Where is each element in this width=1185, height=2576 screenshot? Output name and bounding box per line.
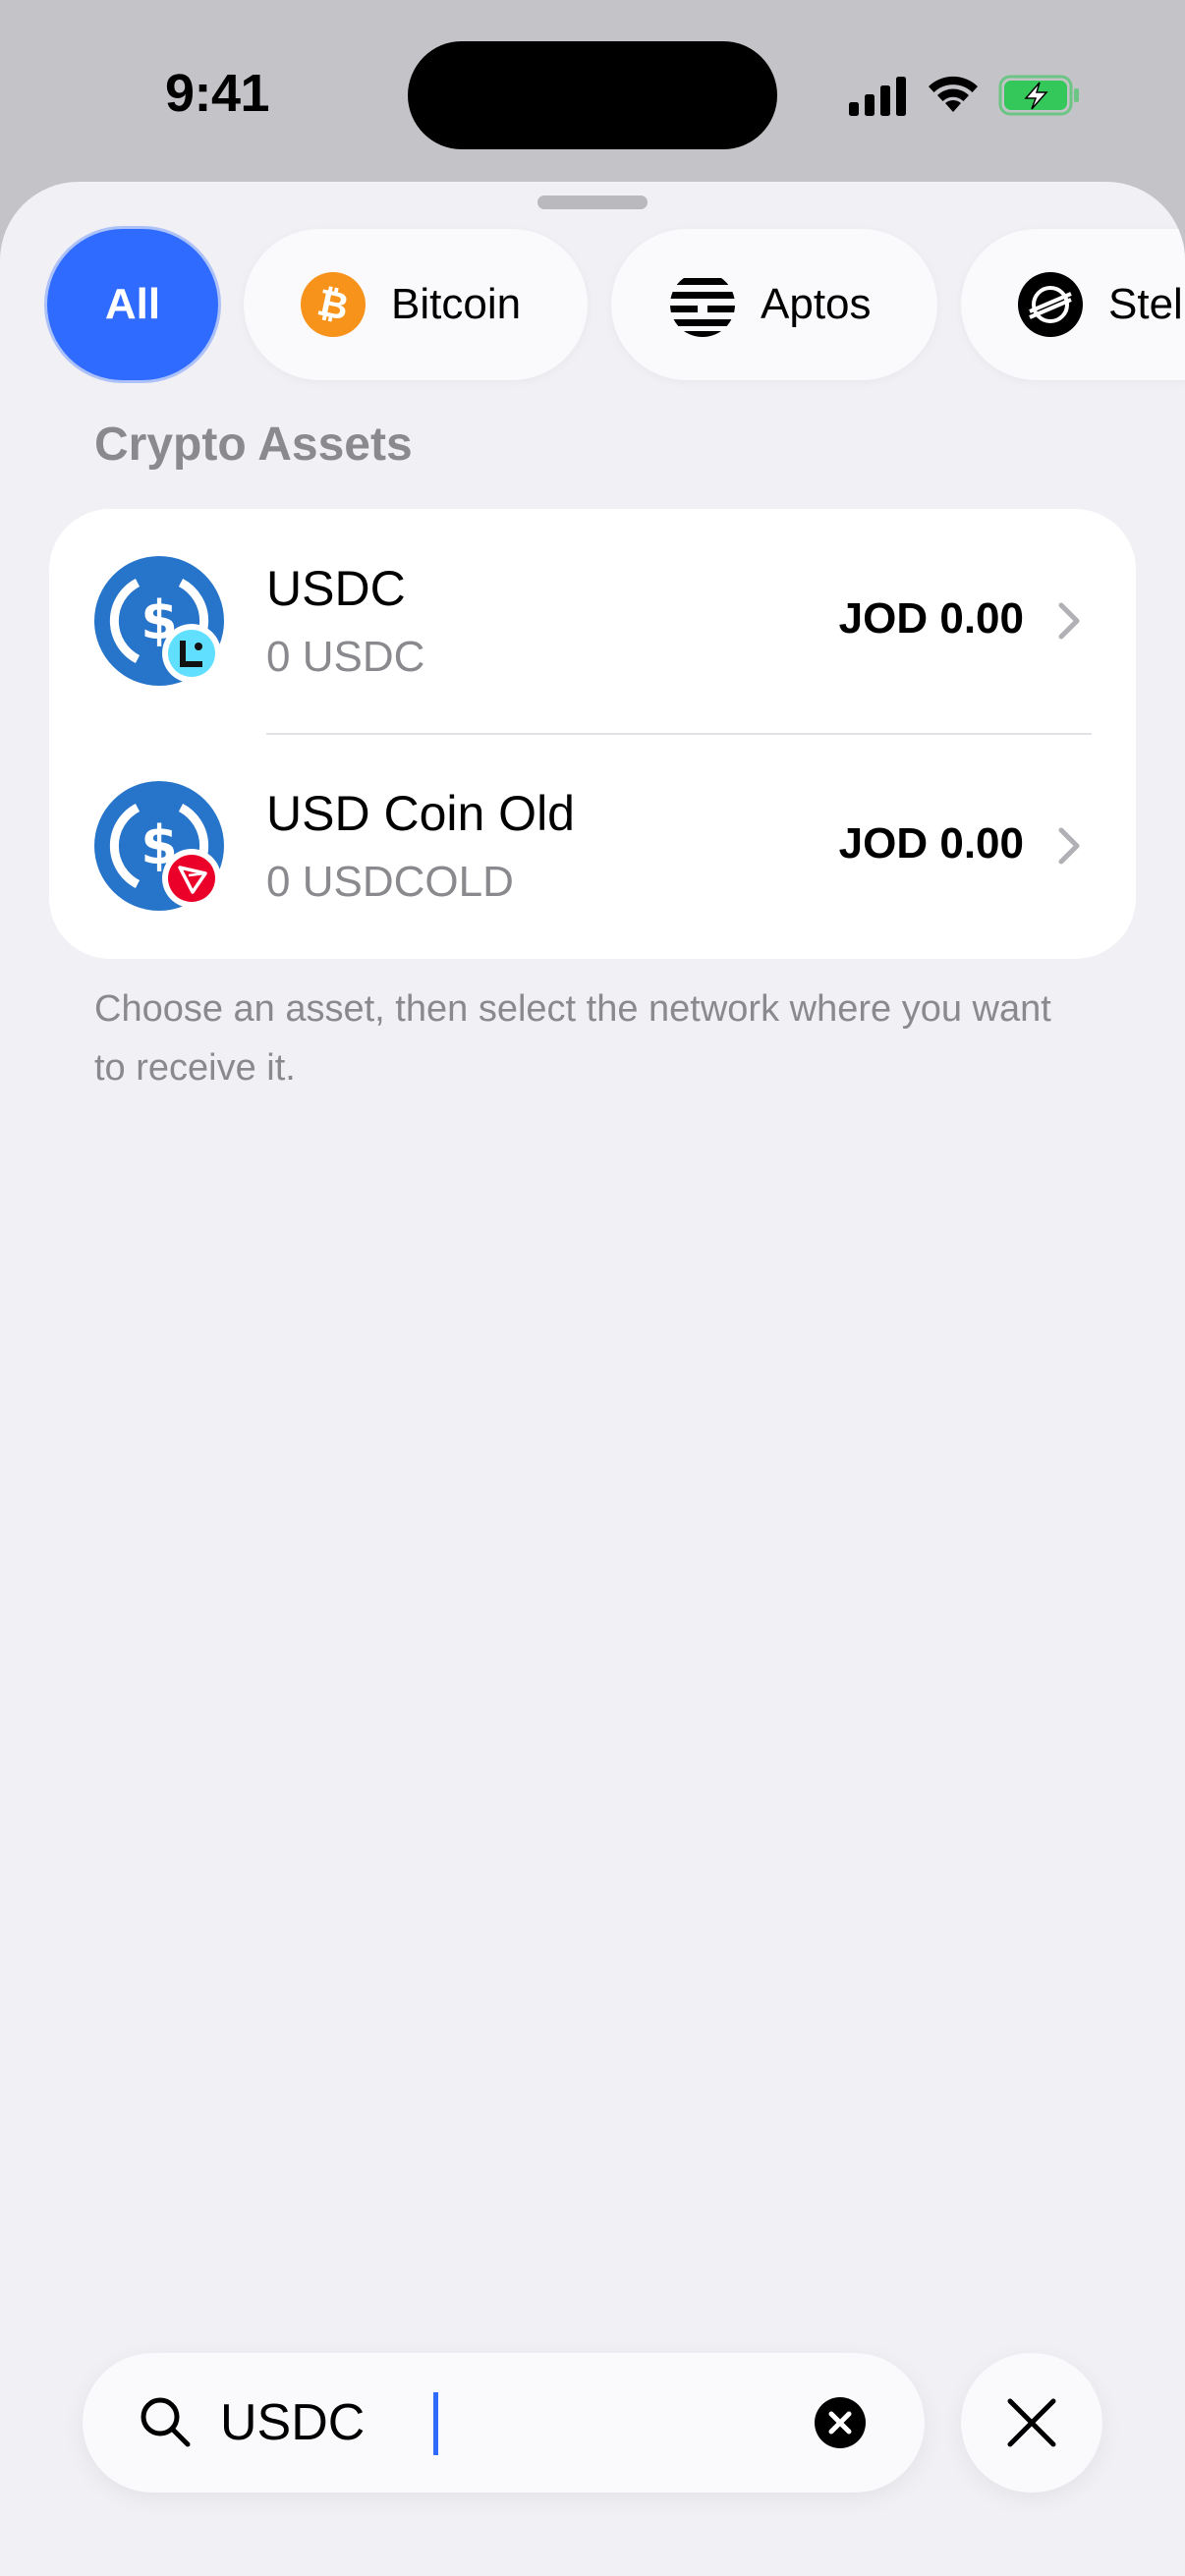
receive-asset-sheet: All ₿ Bitcoin Aptos Stel Crypto Assets $… — [0, 182, 1185, 2576]
text-cursor — [433, 2392, 438, 2455]
status-time: 9:41 — [165, 64, 270, 123]
close-icon — [1007, 2398, 1056, 2447]
sheet-grabber[interactable] — [537, 196, 648, 209]
chevron-right-icon — [1058, 602, 1080, 640]
usdc-icon: $ — [94, 781, 224, 911]
filter-chip-stellar[interactable]: Stel — [961, 229, 1185, 380]
filter-chip-bitcoin[interactable]: ₿ Bitcoin — [244, 229, 588, 380]
filter-chip-label: All — [104, 280, 161, 328]
asset-fiat-value: JOD 0.00 — [838, 594, 1024, 643]
asset-list: $ USDC 0 USDC JOD 0.00 $ USD Coin Old 0 … — [49, 509, 1136, 959]
filter-chip-label: Aptos — [761, 280, 872, 328]
filter-chip-aptos[interactable]: Aptos — [611, 229, 937, 380]
asset-row-usdc[interactable]: $ USDC 0 USDC JOD 0.00 — [49, 509, 1136, 735]
filter-chip-all[interactable]: All — [47, 229, 218, 380]
chevron-right-icon — [1058, 827, 1080, 865]
asset-name: USDC — [266, 561, 406, 616]
filter-chip-label: Bitcoin — [391, 280, 522, 328]
cellular-signal-icon — [849, 77, 906, 116]
network-filter-chips: All ₿ Bitcoin Aptos Stel — [0, 229, 1185, 380]
clear-search-icon[interactable] — [813, 2395, 868, 2450]
dynamic-island — [408, 41, 777, 149]
search-icon — [141, 2397, 191, 2447]
tron-badge-icon — [162, 849, 221, 908]
battery-charging-icon — [998, 75, 1079, 116]
asset-balance: 0 USDC — [266, 633, 425, 681]
asset-fiat-value: JOD 0.00 — [838, 819, 1024, 868]
bitcoin-icon: ₿ — [301, 272, 366, 337]
stellar-icon — [1018, 272, 1083, 337]
search-bar[interactable] — [83, 2353, 925, 2492]
asset-balance: 0 USDCOLD — [266, 858, 514, 906]
wifi-icon — [929, 76, 978, 112]
helper-text: Choose an asset, then select the network… — [94, 988, 1051, 1089]
status-bar: 9:41 — [0, 0, 1185, 187]
linea-badge-icon — [162, 624, 221, 683]
asset-row-usd-coin-old[interactable]: $ USD Coin Old 0 USDCOLD JOD 0.00 — [49, 734, 1136, 959]
usdc-icon: $ — [94, 556, 224, 686]
close-button[interactable] — [961, 2353, 1102, 2492]
search-input[interactable] — [220, 2379, 770, 2467]
aptos-icon — [670, 278, 735, 337]
filter-chip-label: Stel — [1108, 280, 1183, 328]
section-title: Crypto Assets — [94, 419, 413, 471]
asset-name: USD Coin Old — [266, 786, 575, 841]
